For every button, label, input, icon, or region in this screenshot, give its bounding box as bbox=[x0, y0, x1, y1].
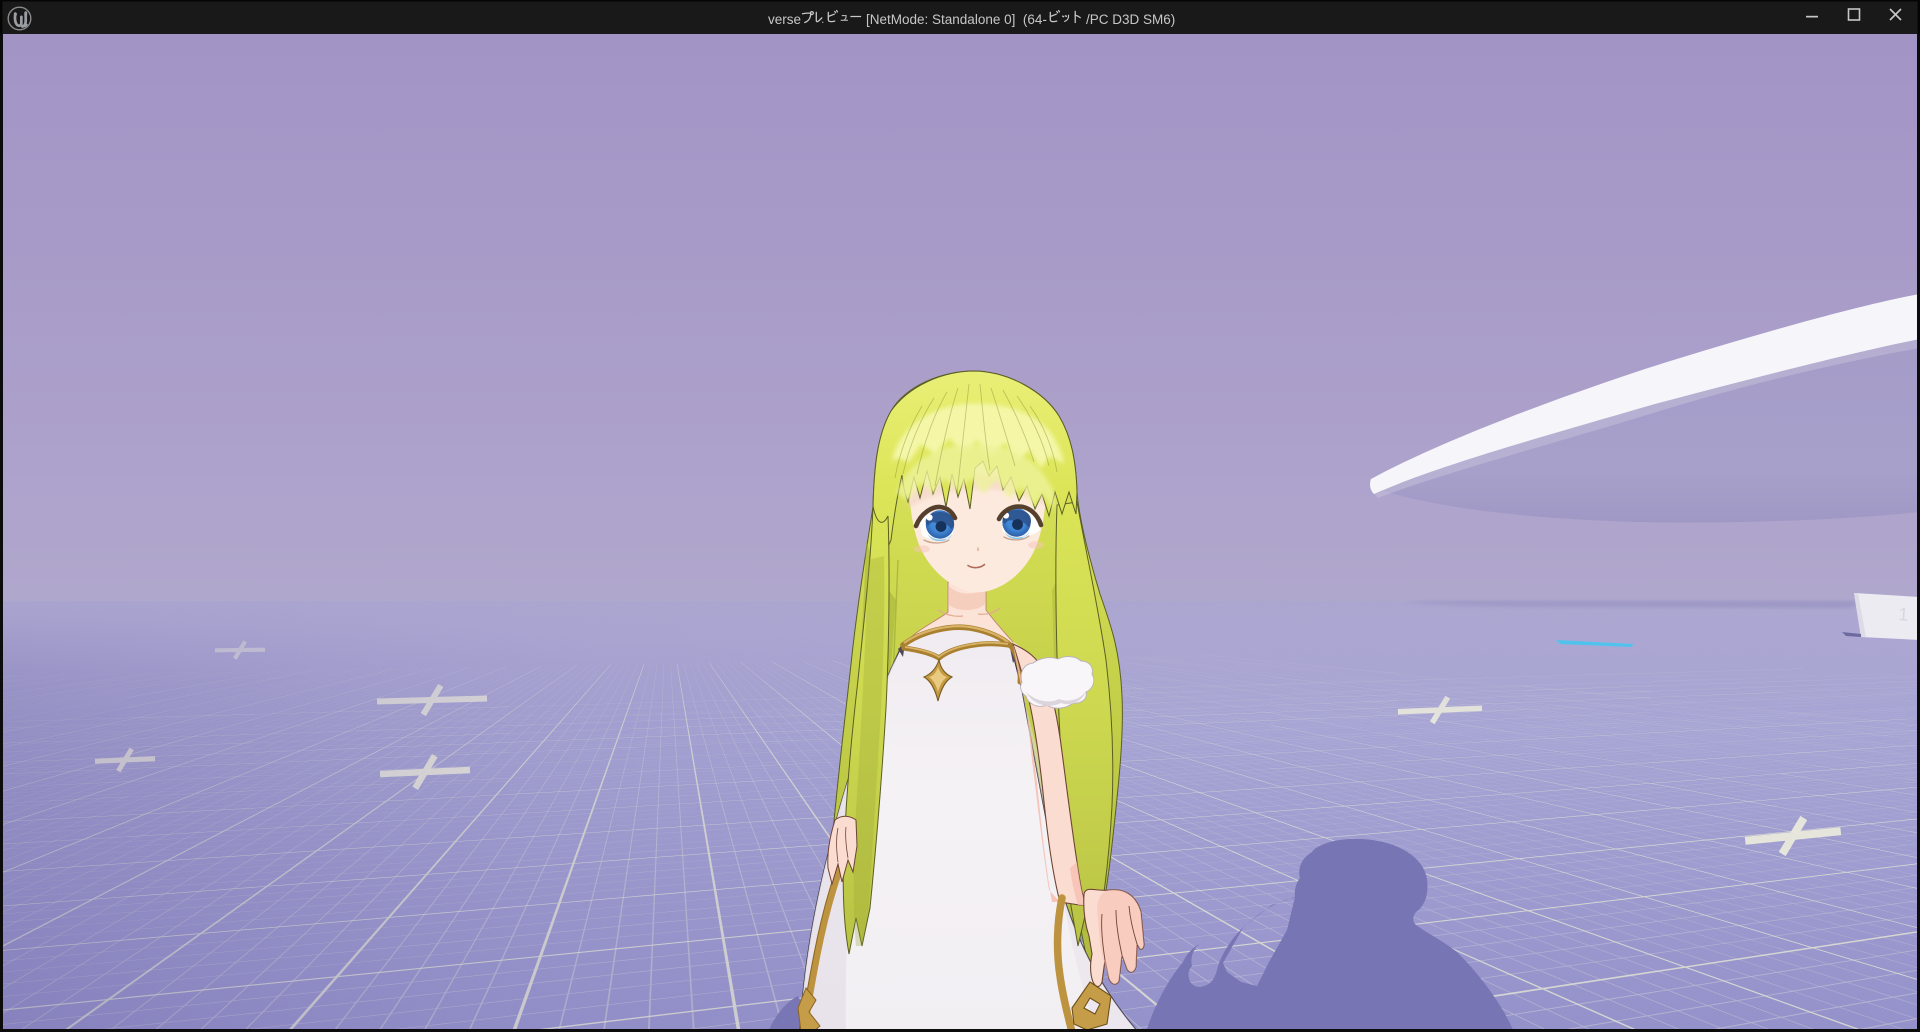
svg-text:verse: verse bbox=[768, 12, 801, 27]
svg-text:/PC D3D SM6): /PC D3D SM6) bbox=[1086, 12, 1175, 27]
svg-text:[NetMode: Standalone 0] (64-: [NetMode: Standalone 0] (64- bbox=[866, 12, 1047, 27]
svg-text:1: 1 bbox=[1898, 604, 1909, 625]
